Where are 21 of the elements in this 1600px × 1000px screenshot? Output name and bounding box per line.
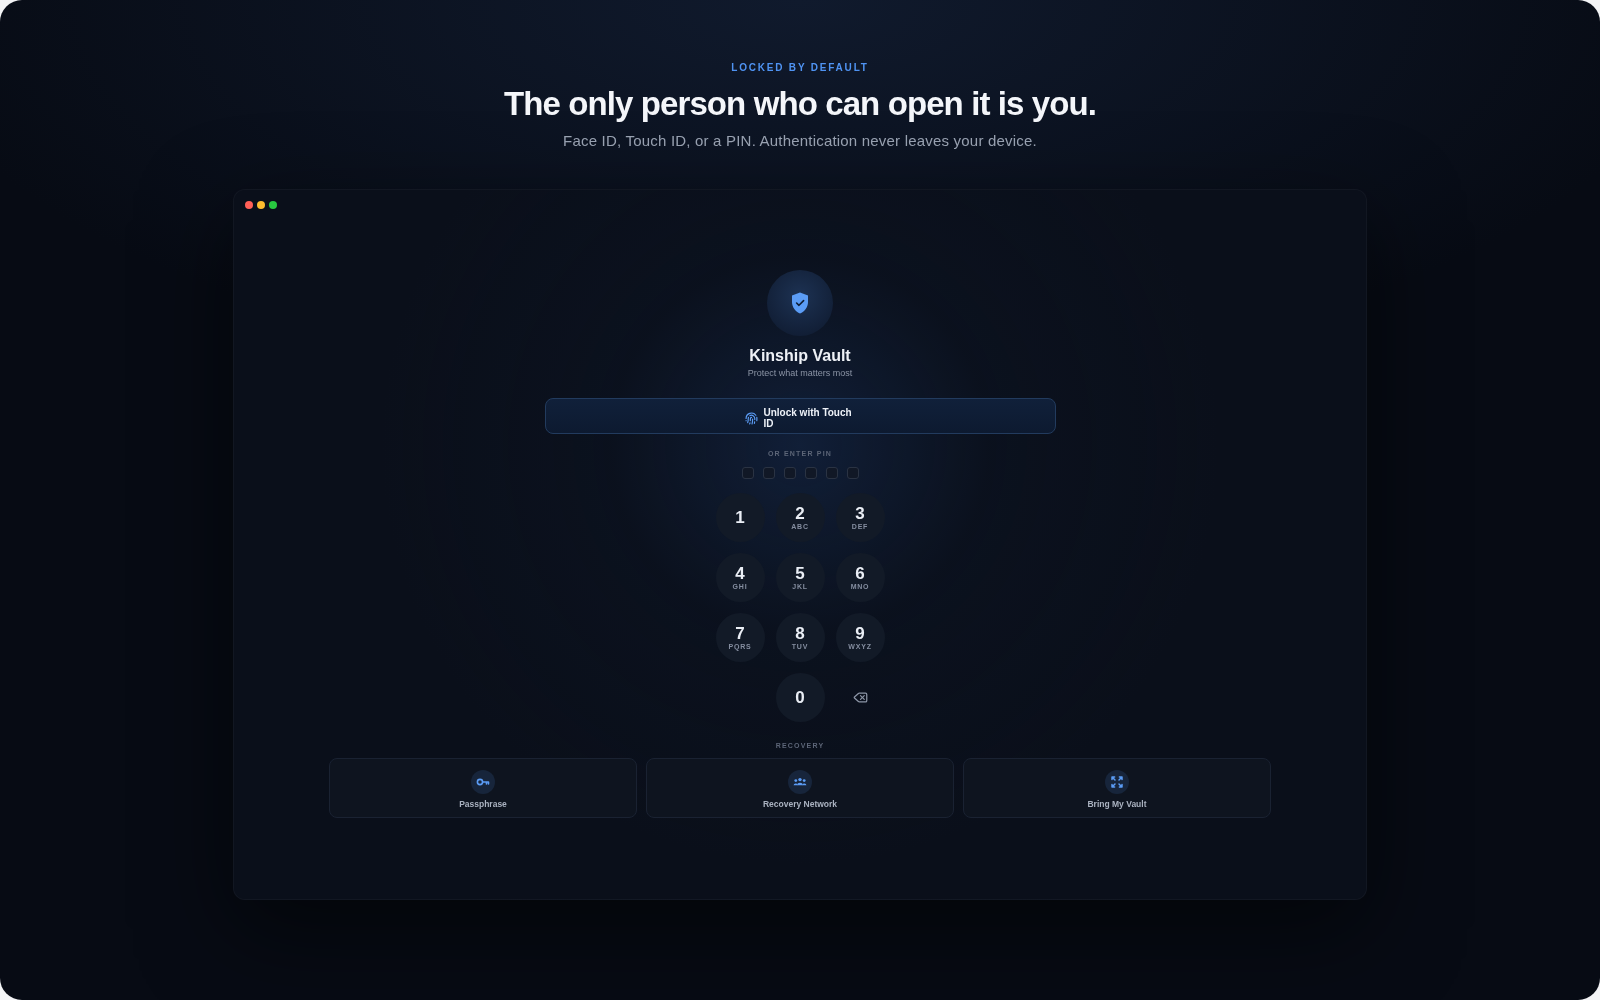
people-group-icon [788, 770, 812, 794]
close-button[interactable] [245, 201, 253, 209]
touch-id-button[interactable]: Unlock with Touch ID [544, 398, 1056, 434]
backspace-icon [852, 690, 868, 705]
recovery-option-card[interactable]: Passphrase [329, 758, 637, 818]
app-title: Kinship Vault [749, 346, 851, 366]
eyebrow-label: LOCKED BY DEFAULT [731, 61, 869, 75]
headline: The only person who can open it is you. [504, 84, 1096, 124]
tagline: Protect what matters most [747, 367, 853, 379]
recovery-option-card[interactable]: Recovery Network [646, 758, 954, 818]
expand-arrows-icon [1105, 770, 1129, 794]
minimize-button[interactable] [257, 201, 265, 209]
recovery-option-card[interactable]: Bring My Vault [963, 758, 1271, 818]
subheadline: Face ID, Touch ID, or a PIN. Authentication never leaves your device. [563, 131, 1037, 151]
keypad-key[interactable]: 0 [775, 673, 825, 722]
key-icon [471, 770, 495, 794]
fingerprint-icon [744, 411, 758, 425]
shield-check-icon [767, 270, 833, 336]
maximize-button[interactable] [269, 201, 277, 209]
keypad-key[interactable]: 1 [715, 493, 765, 542]
backspace-button[interactable] [852, 690, 868, 705]
